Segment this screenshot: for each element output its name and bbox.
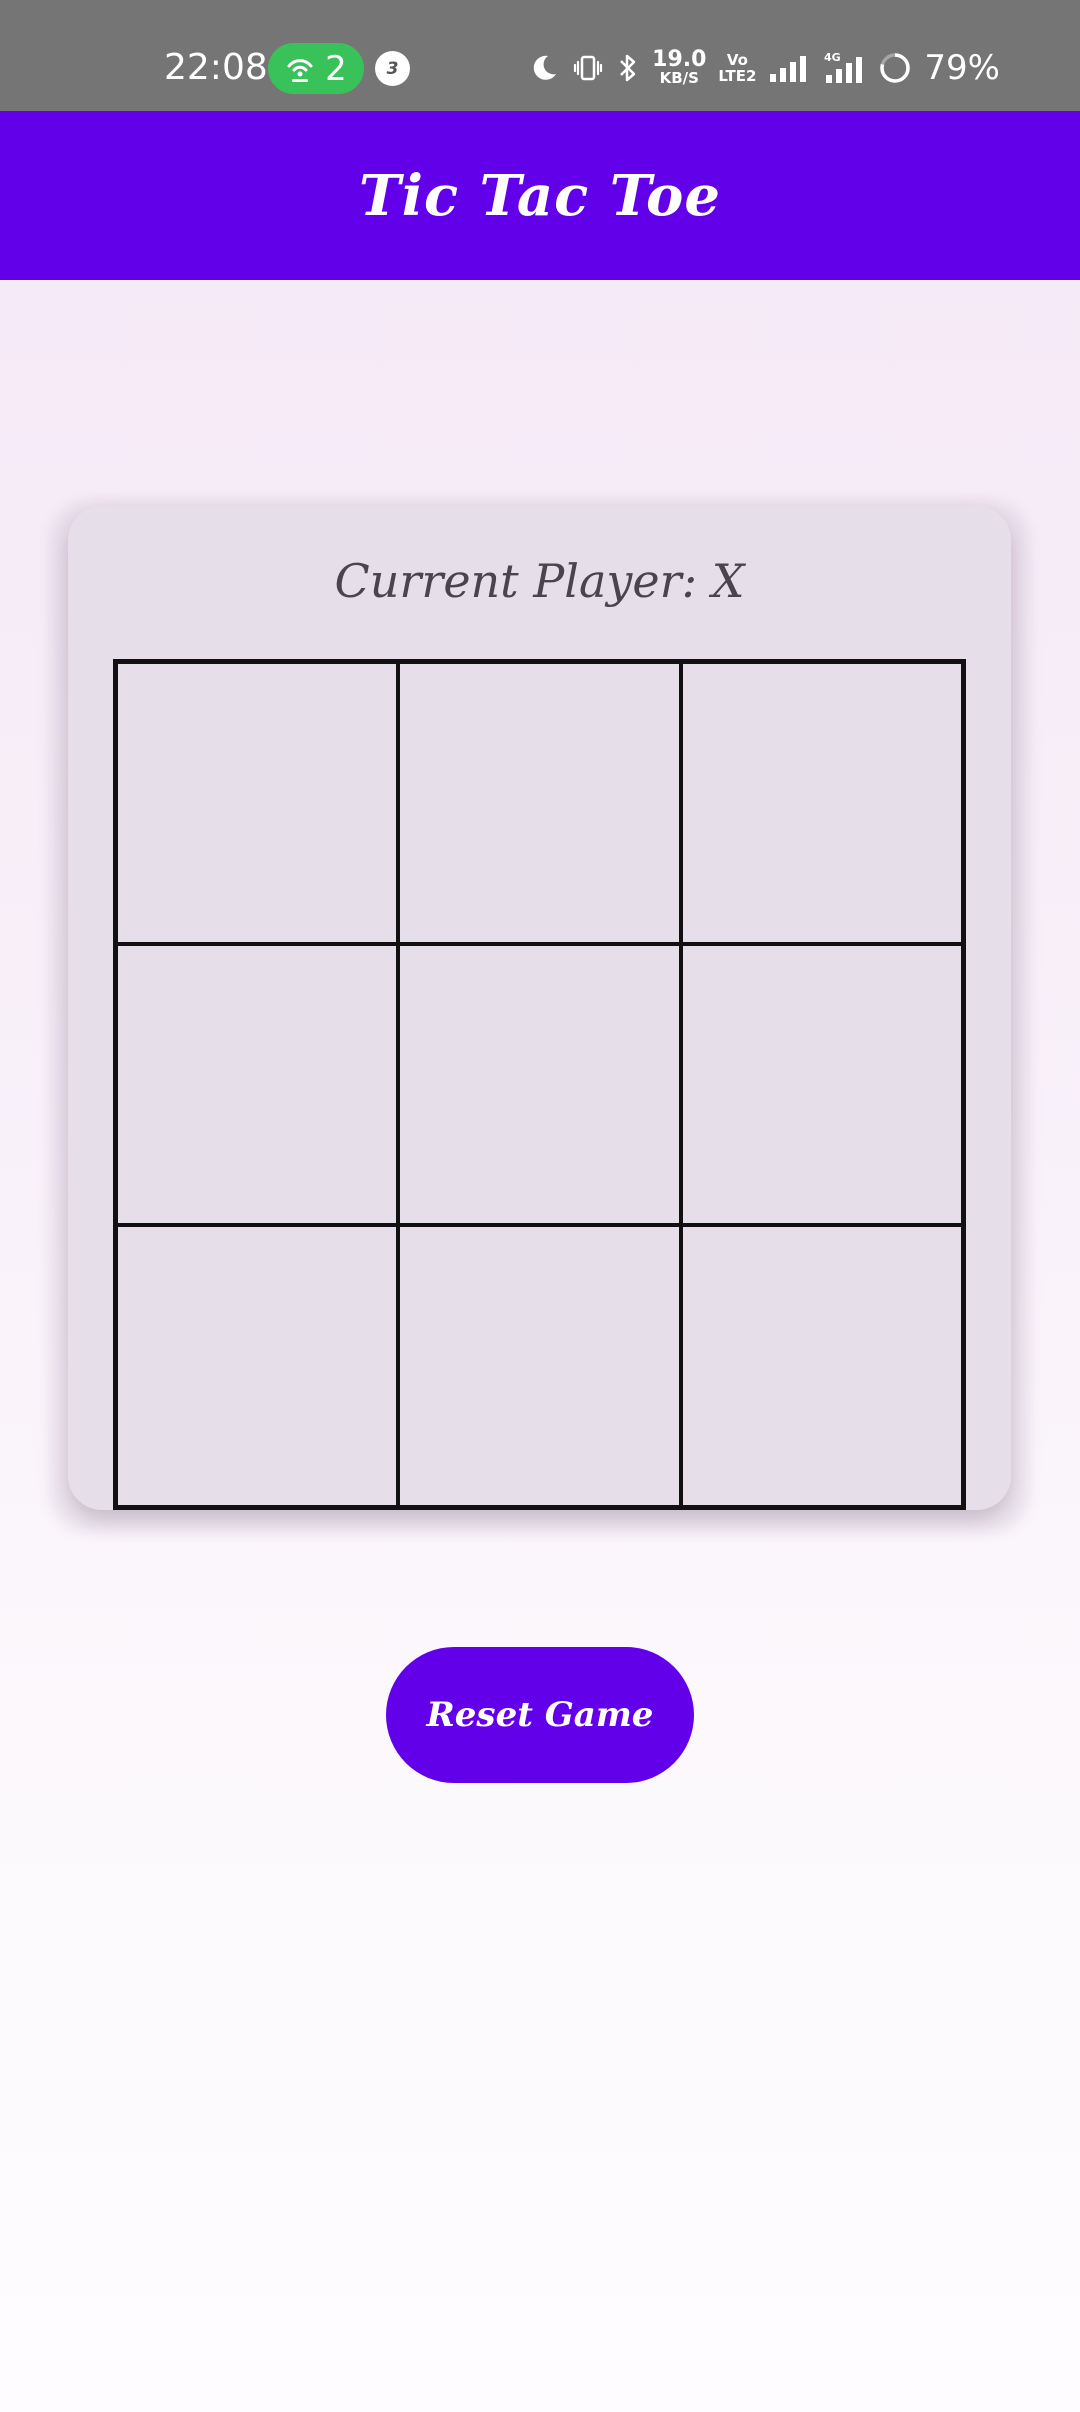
- game-card: Current Player: X: [68, 506, 1011, 1510]
- board-cell-3[interactable]: [680, 662, 963, 944]
- board-cell-8[interactable]: [398, 1225, 681, 1507]
- network-speed: 19.0 KB/S: [652, 47, 707, 87]
- hotspot-count: 2: [325, 48, 347, 89]
- board-cell-5[interactable]: [398, 943, 681, 1226]
- moon-icon: [528, 52, 560, 84]
- hotspot-icon: [285, 54, 315, 84]
- status-time: 22:08: [164, 47, 268, 88]
- network-type-label: 4G: [824, 51, 841, 64]
- bluetooth-icon: [616, 52, 640, 84]
- volte-bottom: LTE2: [718, 67, 757, 85]
- board-cell-1[interactable]: [116, 662, 399, 944]
- vibrate-icon: [572, 52, 604, 84]
- board-cell-2[interactable]: [398, 662, 681, 944]
- battery-percent: 79%: [924, 48, 1000, 88]
- signal-strength-icon: [768, 52, 808, 84]
- hotspot-indicator[interactable]: 2: [268, 43, 364, 94]
- app-bar: Tic Tac Toe: [0, 111, 1080, 280]
- network-speed-unit: KB/S: [659, 69, 699, 87]
- volte-top: Vo: [726, 51, 748, 69]
- app-title: Tic Tac Toe: [359, 162, 721, 229]
- current-player-label: Current Player: X: [334, 554, 745, 608]
- battery-ring-icon: [878, 51, 912, 85]
- reset-game-button[interactable]: Reset Game: [386, 1647, 694, 1783]
- board-cell-9[interactable]: [680, 1225, 963, 1507]
- board-cell-4[interactable]: [116, 943, 399, 1226]
- board-cell-6[interactable]: [680, 943, 963, 1226]
- board-cell-7[interactable]: [116, 1225, 399, 1507]
- volte-indicator: Vo LTE2: [718, 52, 756, 84]
- signal-4g-icon: 4G: [820, 51, 866, 85]
- status-bar: 22:08 2 3 19.0 KB/S Vo LTE2 4G 79%: [0, 0, 1080, 111]
- network-speed-value: 19.0: [652, 47, 707, 72]
- notification-badge: 3: [375, 51, 410, 86]
- status-icons: 19.0 KB/S Vo LTE2 4G 79%: [528, 44, 1000, 92]
- game-board: [113, 659, 966, 1510]
